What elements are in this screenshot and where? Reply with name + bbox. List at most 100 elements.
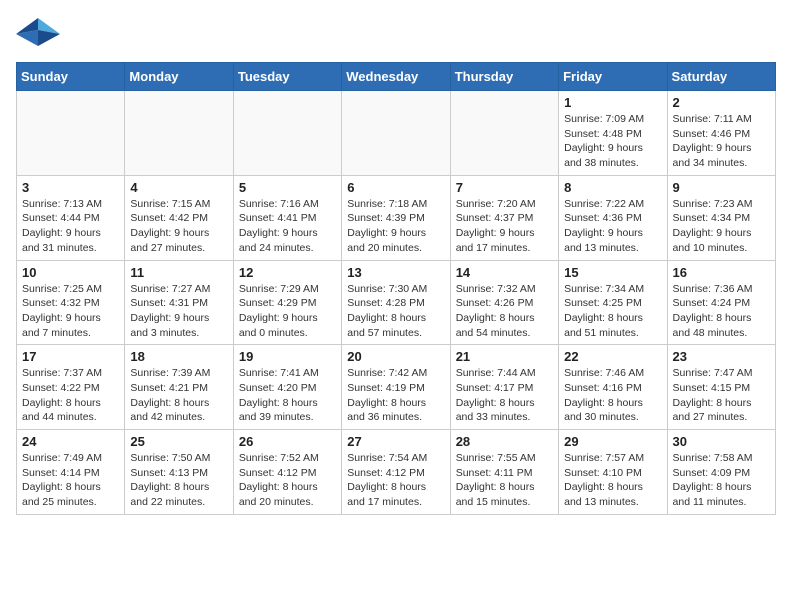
weekday-header-tuesday: Tuesday [233, 63, 341, 91]
day-number: 22 [564, 349, 661, 364]
day-number: 19 [239, 349, 336, 364]
calendar-cell: 3 Sunrise: 7:13 AM Sunset: 4:44 PM Daylig… [17, 175, 125, 260]
calendar-cell: 18Sunrise: 7:39 AM Sunset: 4:21 PM Dayli… [125, 345, 233, 430]
day-number: 2 [673, 95, 770, 110]
calendar-cell: 29 Sunrise: 7:57 AM Sunset: 4:10 PM Dayli… [559, 430, 667, 515]
calendar-week-3: 10 Sunrise: 7:25 AM Sunset: 4:32 PM Dayli… [17, 260, 776, 345]
day-number: 17 [22, 349, 119, 364]
logo-bird-icon [16, 16, 60, 54]
day-info: Sunrise: 7:47 AM Sunset: 4:15 PM Dayligh… [673, 366, 770, 425]
day-info: Sunrise: 7:11 AM Sunset: 4:46 PM Dayligh… [673, 112, 770, 171]
weekday-header-saturday: Saturday [667, 63, 775, 91]
calendar-cell: 24 Sunrise: 7:49 AM Sunset: 4:14 PM Dayli… [17, 430, 125, 515]
weekday-header-thursday: Thursday [450, 63, 558, 91]
day-info: Sunrise: 7:32 AM Sunset: 4:26 PM Dayligh… [456, 282, 553, 341]
calendar-cell: 7 Sunrise: 7:20 AM Sunset: 4:37 PM Daylig… [450, 175, 558, 260]
day-number: 7 [456, 180, 553, 195]
day-info: Sunrise: 7:13 AM Sunset: 4:44 PM Dayligh… [22, 197, 119, 256]
day-info: Sunrise: 7:57 AM Sunset: 4:10 PM Dayligh… [564, 451, 661, 510]
day-number: 11 [130, 265, 227, 280]
calendar-cell: 17 Sunrise: 7:37 AM Sunset: 4:22 PM Dayli… [17, 345, 125, 430]
logo [16, 16, 64, 54]
calendar-cell: 6 Sunrise: 7:18 AM Sunset: 4:39 PM Daylig… [342, 175, 450, 260]
day-number: 30 [673, 434, 770, 449]
calendar-week-4: 17 Sunrise: 7:37 AM Sunset: 4:22 PM Dayli… [17, 345, 776, 430]
calendar-cell: 27 Sunrise: 7:54 AM Sunset: 4:12 PM Dayli… [342, 430, 450, 515]
day-number: 14 [456, 265, 553, 280]
day-info: Sunrise: 7:46 AM Sunset: 4:16 PM Dayligh… [564, 366, 661, 425]
day-info: Sunrise: 7:25 AM Sunset: 4:32 PM Dayligh… [22, 282, 119, 341]
calendar-cell: 16Sunrise: 7:36 AM Sunset: 4:24 PM Dayli… [667, 260, 775, 345]
page-header [16, 16, 776, 54]
day-info: Sunrise: 7:54 AM Sunset: 4:12 PM Dayligh… [347, 451, 444, 510]
weekday-header-wednesday: Wednesday [342, 63, 450, 91]
weekday-header-monday: Monday [125, 63, 233, 91]
day-number: 13 [347, 265, 444, 280]
day-number: 25 [130, 434, 227, 449]
day-info: Sunrise: 7:39 AM Sunset: 4:21 PM Dayligh… [130, 366, 227, 425]
calendar-cell: 23 Sunrise: 7:47 AM Sunset: 4:15 PM Dayli… [667, 345, 775, 430]
calendar-cell: 5Sunrise: 7:16 AM Sunset: 4:41 PM Daylig… [233, 175, 341, 260]
day-number: 20 [347, 349, 444, 364]
day-info: Sunrise: 7:52 AM Sunset: 4:12 PM Dayligh… [239, 451, 336, 510]
calendar-cell: 9 Sunrise: 7:23 AM Sunset: 4:34 PM Daylig… [667, 175, 775, 260]
day-info: Sunrise: 7:55 AM Sunset: 4:11 PM Dayligh… [456, 451, 553, 510]
day-number: 28 [456, 434, 553, 449]
day-number: 26 [239, 434, 336, 449]
calendar-cell: 30 Sunrise: 7:58 AM Sunset: 4:09 PM Dayli… [667, 430, 775, 515]
weekday-header-friday: Friday [559, 63, 667, 91]
day-info: Sunrise: 7:18 AM Sunset: 4:39 PM Dayligh… [347, 197, 444, 256]
calendar-cell: 22 Sunrise: 7:46 AM Sunset: 4:16 PM Dayli… [559, 345, 667, 430]
calendar-cell: 10 Sunrise: 7:25 AM Sunset: 4:32 PM Dayli… [17, 260, 125, 345]
day-number: 29 [564, 434, 661, 449]
day-info: Sunrise: 7:58 AM Sunset: 4:09 PM Dayligh… [673, 451, 770, 510]
day-info: Sunrise: 7:09 AM Sunset: 4:48 PM Dayligh… [564, 112, 661, 171]
day-info: Sunrise: 7:42 AM Sunset: 4:19 PM Dayligh… [347, 366, 444, 425]
calendar-cell: 25 Sunrise: 7:50 AM Sunset: 4:13 PM Dayli… [125, 430, 233, 515]
calendar-cell: 14 Sunrise: 7:32 AM Sunset: 4:26 PM Dayli… [450, 260, 558, 345]
day-info: Sunrise: 7:49 AM Sunset: 4:14 PM Dayligh… [22, 451, 119, 510]
calendar-cell: 26 Sunrise: 7:52 AM Sunset: 4:12 PM Dayli… [233, 430, 341, 515]
day-number: 9 [673, 180, 770, 195]
day-number: 27 [347, 434, 444, 449]
day-info: Sunrise: 7:44 AM Sunset: 4:17 PM Dayligh… [456, 366, 553, 425]
day-number: 15 [564, 265, 661, 280]
calendar-week-2: 3 Sunrise: 7:13 AM Sunset: 4:44 PM Daylig… [17, 175, 776, 260]
calendar-cell: 8 Sunrise: 7:22 AM Sunset: 4:36 PM Daylig… [559, 175, 667, 260]
day-number: 23 [673, 349, 770, 364]
day-info: Sunrise: 7:29 AM Sunset: 4:29 PM Dayligh… [239, 282, 336, 341]
day-info: Sunrise: 7:20 AM Sunset: 4:37 PM Dayligh… [456, 197, 553, 256]
calendar-cell: 19 Sunrise: 7:41 AM Sunset: 4:20 PM Dayli… [233, 345, 341, 430]
day-info: Sunrise: 7:23 AM Sunset: 4:34 PM Dayligh… [673, 197, 770, 256]
calendar-cell: 12 Sunrise: 7:29 AM Sunset: 4:29 PM Dayli… [233, 260, 341, 345]
calendar-cell: 1 Sunrise: 7:09 AM Sunset: 4:48 PM Daylig… [559, 91, 667, 176]
day-info: Sunrise: 7:37 AM Sunset: 4:22 PM Dayligh… [22, 366, 119, 425]
day-info: Sunrise: 7:27 AM Sunset: 4:31 PM Dayligh… [130, 282, 227, 341]
calendar-cell: 15Sunrise: 7:34 AM Sunset: 4:25 PM Dayli… [559, 260, 667, 345]
calendar-cell: 13 Sunrise: 7:30 AM Sunset: 4:28 PM Dayli… [342, 260, 450, 345]
day-number: 10 [22, 265, 119, 280]
calendar-cell [342, 91, 450, 176]
day-number: 12 [239, 265, 336, 280]
calendar-cell: 21Sunrise: 7:44 AM Sunset: 4:17 PM Dayli… [450, 345, 558, 430]
day-number: 3 [22, 180, 119, 195]
calendar-cell [233, 91, 341, 176]
day-info: Sunrise: 7:22 AM Sunset: 4:36 PM Dayligh… [564, 197, 661, 256]
calendar-week-5: 24 Sunrise: 7:49 AM Sunset: 4:14 PM Dayli… [17, 430, 776, 515]
calendar-cell: 4Sunrise: 7:15 AM Sunset: 4:42 PM Daylig… [125, 175, 233, 260]
day-info: Sunrise: 7:41 AM Sunset: 4:20 PM Dayligh… [239, 366, 336, 425]
day-info: Sunrise: 7:50 AM Sunset: 4:13 PM Dayligh… [130, 451, 227, 510]
calendar-cell: 2 Sunrise: 7:11 AM Sunset: 4:46 PM Daylig… [667, 91, 775, 176]
calendar-cell: 20 Sunrise: 7:42 AM Sunset: 4:19 PM Dayli… [342, 345, 450, 430]
day-number: 1 [564, 95, 661, 110]
day-info: Sunrise: 7:30 AM Sunset: 4:28 PM Dayligh… [347, 282, 444, 341]
weekday-header-sunday: Sunday [17, 63, 125, 91]
calendar-table: SundayMondayTuesdayWednesdayThursdayFrid… [16, 62, 776, 515]
day-number: 24 [22, 434, 119, 449]
day-number: 4 [130, 180, 227, 195]
day-number: 6 [347, 180, 444, 195]
calendar-cell: 28 Sunrise: 7:55 AM Sunset: 4:11 PM Dayli… [450, 430, 558, 515]
day-number: 8 [564, 180, 661, 195]
calendar-cell [17, 91, 125, 176]
day-number: 16 [673, 265, 770, 280]
